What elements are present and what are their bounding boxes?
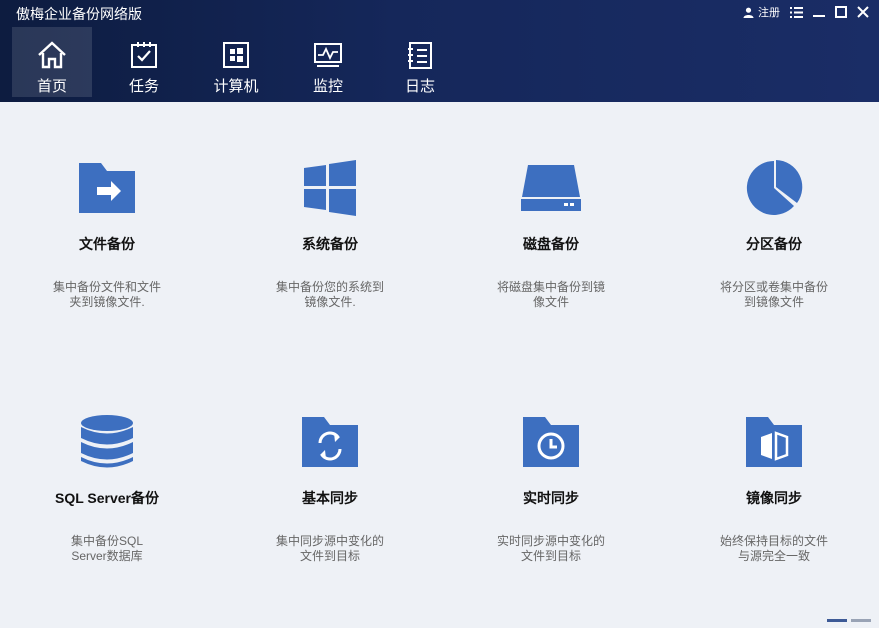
menu-button[interactable] <box>790 6 803 18</box>
windows-icon <box>304 160 356 216</box>
card-title: 基本同步 <box>302 490 358 506</box>
nav-home[interactable]: 首页 <box>12 27 92 97</box>
card-sql-backup[interactable]: SQL Server备份 集中备份SQL Server数据库 <box>7 412 207 564</box>
register-button[interactable]: 注册 <box>743 4 780 20</box>
close-icon <box>857 6 869 18</box>
user-icon <box>743 7 754 18</box>
log-icon <box>408 42 432 69</box>
card-desc: 始终保持目标的文件与源完全一致 <box>719 534 828 563</box>
card-title: 实时同步 <box>523 490 579 506</box>
card-desc: 集中备份文件和文件夹到镜像文件. <box>52 280 161 309</box>
card-title: 镜像同步 <box>746 490 802 506</box>
nav-monitor-label: 监控 <box>312 78 343 95</box>
card-title: 磁盘备份 <box>523 236 579 252</box>
nav-tasks[interactable]: 任务 <box>104 27 184 97</box>
card-desc: 实时同步源中变化的文件到目标 <box>496 534 605 563</box>
menu-icon <box>790 6 803 18</box>
card-desc: 将磁盘集中备份到镜像文件 <box>496 280 605 309</box>
nav-log[interactable]: 日志 <box>380 27 460 97</box>
task-icon <box>131 42 157 68</box>
nav-computers-label: 计算机 <box>213 78 259 95</box>
card-title: 系统备份 <box>302 236 358 252</box>
pie-icon <box>746 160 803 215</box>
feature-grid: 文件备份 集中备份文件和文件夹到镜像文件. 系统备份 集中备份您的系统到镜像文件… <box>0 102 879 628</box>
database-icon <box>81 415 133 468</box>
nav-computers[interactable]: 计算机 <box>196 27 276 97</box>
nav-home-label: 首页 <box>36 78 67 95</box>
register-label: 注册 <box>758 7 780 19</box>
computer-icon <box>223 42 249 68</box>
card-file-backup[interactable]: 文件备份 集中备份文件和文件夹到镜像文件. <box>7 158 207 310</box>
nav-log-label: 日志 <box>404 78 435 95</box>
minimize-icon <box>813 15 825 17</box>
folder-mirror-icon <box>746 417 802 467</box>
monitor-icon <box>314 43 342 67</box>
top-bar: 傲梅企业备份网络版 注册 首页 任务 计算机 监控 日志 <box>0 0 879 102</box>
card-title: SQL Server备份 <box>54 490 159 506</box>
card-disk-backup[interactable]: 磁盘备份 将磁盘集中备份到镜像文件 <box>451 158 651 310</box>
home-icon <box>38 41 66 69</box>
card-title: 文件备份 <box>79 236 135 252</box>
minimize-button[interactable] <box>813 6 825 18</box>
nav-monitor[interactable]: 监控 <box>288 27 368 97</box>
page-indicator <box>827 619 871 622</box>
card-title: 分区备份 <box>746 236 802 252</box>
card-system-backup[interactable]: 系统备份 集中备份您的系统到镜像文件. <box>230 158 430 310</box>
nav-tasks-label: 任务 <box>128 78 159 95</box>
folder-sync-icon <box>302 417 358 467</box>
card-basic-sync[interactable]: 基本同步 集中同步源中变化的文件到目标 <box>230 412 430 564</box>
card-mirror-sync[interactable]: 镜像同步 始终保持目标的文件与源完全一致 <box>674 412 874 564</box>
disk-icon <box>521 165 581 211</box>
card-desc: 集中备份您的系统到镜像文件. <box>275 280 384 309</box>
page-dot-1[interactable] <box>827 619 847 622</box>
app-title: 傲梅企业备份网络版 <box>16 6 142 22</box>
close-button[interactable] <box>857 6 869 18</box>
maximize-icon <box>835 6 847 18</box>
maximize-button[interactable] <box>835 6 847 18</box>
main-nav: 首页 任务 计算机 监控 日志 <box>12 27 472 97</box>
card-partition-backup[interactable]: 分区备份 将分区或卷集中备份到镜像文件 <box>674 158 874 310</box>
card-desc: 集中同步源中变化的文件到目标 <box>275 534 384 563</box>
folder-arrow-icon <box>79 163 135 213</box>
page-dot-2[interactable] <box>851 619 871 622</box>
card-desc: 将分区或卷集中备份到镜像文件 <box>719 280 828 309</box>
folder-clock-icon <box>523 417 579 467</box>
card-desc: 集中备份SQL Server数据库 <box>70 534 143 563</box>
card-realtime-sync[interactable]: 实时同步 实时同步源中变化的文件到目标 <box>451 412 651 564</box>
window-controls: 注册 <box>743 4 869 20</box>
